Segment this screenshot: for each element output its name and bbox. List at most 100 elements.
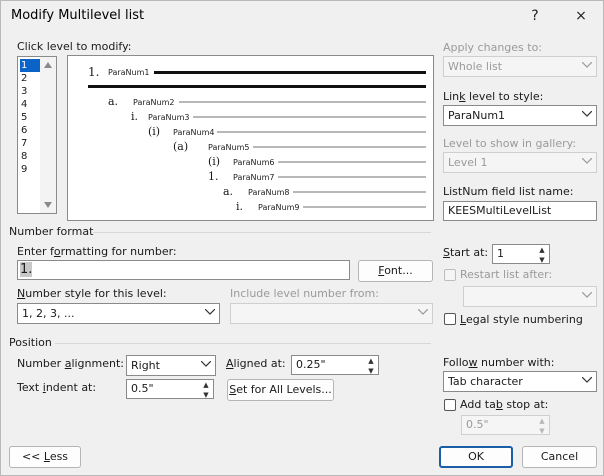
text-indent-label: Text indent at:	[17, 381, 97, 394]
aligned-at-input[interactable]: 0.25" ▲ ▼	[291, 355, 379, 375]
ok-button[interactable]: OK	[439, 446, 513, 468]
tab-stop-spinner[interactable]: ▲ ▼	[535, 416, 549, 434]
preview-number: a.	[108, 95, 119, 108]
chevron-down-icon	[578, 106, 596, 125]
listnum-label: ListNum field list name:	[443, 185, 574, 198]
chevron-down-icon	[578, 57, 596, 76]
number-alignment-label: Number alignment:	[17, 357, 124, 370]
level-item-5[interactable]: 5	[20, 111, 40, 124]
level-item-8[interactable]: 8	[20, 150, 40, 163]
set-for-all-levels-button[interactable]: Set for All Levels...	[227, 379, 334, 401]
help-button[interactable]: ?	[521, 5, 549, 27]
dialog-title: Modify Multilevel list	[11, 8, 145, 23]
tab-stop-input[interactable]: 0.5" ▲ ▼	[461, 415, 550, 435]
spin-down-icon[interactable]: ▼	[535, 255, 549, 263]
level-item-3[interactable]: 3	[20, 85, 40, 98]
preview-style-name: ParaNum5	[208, 143, 250, 152]
spin-up-icon[interactable]: ▲	[535, 245, 549, 255]
follow-number-value: Tab character	[448, 375, 523, 388]
level-item-9[interactable]: 9	[20, 163, 40, 176]
font-button[interactable]: Font...	[358, 260, 433, 282]
add-tab-stop-checkbox[interactable]	[444, 399, 456, 411]
restart-list-label: Restart list after:	[460, 268, 553, 281]
preview-number: (a)	[173, 140, 189, 153]
number-alignment-combo[interactable]: Right	[126, 355, 216, 376]
preview-text-line	[278, 176, 426, 178]
preview-number: (i)	[208, 155, 221, 168]
start-at-label: Start at:	[443, 246, 489, 259]
aligned-at-label: Aligned at:	[226, 357, 286, 370]
listnum-input[interactable]: KEESMultiLevelList	[443, 201, 597, 221]
gallery-level-label: Level to show in gallery:	[443, 137, 577, 150]
preview-number: i.	[131, 110, 139, 123]
preview-number: a.	[223, 185, 234, 198]
less-button[interactable]: << Less	[9, 446, 81, 468]
number-format-input[interactable]: 1.	[17, 260, 350, 280]
spin-down-icon[interactable]: ▼	[535, 426, 549, 434]
number-style-label: Number style for this level:	[17, 287, 167, 300]
cancel-button[interactable]: Cancel	[522, 446, 597, 468]
level-listbox[interactable]: 123456789	[17, 56, 57, 214]
number-format-value: 1.	[20, 262, 33, 277]
text-indent-spinner[interactable]: ▲ ▼	[199, 380, 213, 398]
level-preview: 1. ParaNum1 a. ParaNum2 i. ParaNum3 (i) ParaNum…	[67, 55, 434, 221]
gallery-level-combo[interactable]: Level 1	[443, 152, 597, 173]
follow-number-combo[interactable]: Tab character	[443, 371, 597, 392]
spin-up-icon[interactable]: ▲	[535, 416, 549, 426]
tab-stop-value: 0.5"	[466, 418, 489, 431]
link-level-combo[interactable]: ParaNum1	[443, 105, 597, 126]
aligned-at-value: 0.25"	[296, 358, 326, 371]
preview-text-line	[179, 101, 426, 103]
start-at-input[interactable]: 1 ▲ ▼	[492, 244, 550, 264]
level-item-2[interactable]: 2	[20, 72, 40, 85]
preview-style-name: ParaNum3	[148, 113, 190, 122]
level-scrollbar[interactable]	[40, 57, 56, 213]
level-item-7[interactable]: 7	[20, 137, 40, 150]
level-item-4[interactable]: 4	[20, 98, 40, 111]
start-at-spinner[interactable]: ▲ ▼	[535, 245, 549, 263]
number-style-value: 1, 2, 3, ...	[22, 307, 75, 320]
preview-text-line	[253, 146, 426, 148]
enter-format-label: Enter formatting for number:	[17, 245, 177, 258]
number-style-combo[interactable]: 1, 2, 3, ...	[17, 303, 220, 324]
preview-number: 1.	[88, 65, 100, 79]
text-indent-input[interactable]: 0.5" ▲ ▼	[126, 379, 214, 399]
level-item-6[interactable]: 6	[20, 124, 40, 137]
preview-text-line	[193, 116, 426, 118]
number-format-divider	[93, 232, 431, 233]
aligned-at-spinner[interactable]: ▲ ▼	[364, 356, 378, 374]
scroll-up-icon[interactable]	[44, 62, 52, 68]
modify-multilevel-list-dialog: Modify Multilevel list ? × Click level t…	[0, 0, 604, 476]
spin-up-icon[interactable]: ▲	[364, 356, 378, 366]
preview-number: i.	[236, 200, 244, 213]
scroll-down-icon[interactable]	[44, 202, 52, 208]
start-at-value: 1	[497, 247, 504, 260]
preview-style-name: ParaNum4	[173, 128, 215, 137]
restart-list-checkbox[interactable]	[444, 269, 456, 281]
preview-text-line	[293, 191, 426, 193]
include-level-combo[interactable]	[230, 303, 433, 324]
legal-style-label: Legal style numbering	[460, 313, 583, 326]
spin-down-icon[interactable]: ▼	[364, 366, 378, 374]
link-level-label: Link level to style:	[443, 90, 544, 103]
level-item-1[interactable]: 1	[20, 59, 40, 72]
follow-number-label: Follow number with:	[443, 356, 555, 369]
spin-down-icon[interactable]: ▼	[199, 390, 213, 398]
preview-text-line	[278, 161, 426, 163]
preview-style-name: ParaNum6	[233, 158, 275, 167]
apply-changes-combo[interactable]: Whole list	[443, 56, 597, 77]
close-button[interactable]: ×	[567, 5, 595, 27]
preview-number: (i)	[148, 125, 161, 138]
preview-text-line	[154, 71, 426, 74]
preview-style-name: ParaNum7	[233, 173, 275, 182]
legal-style-checkbox[interactable]	[444, 313, 456, 325]
chevron-down-icon	[578, 372, 596, 391]
chevron-down-icon	[578, 287, 596, 306]
preview-style-name: ParaNum8	[248, 188, 290, 197]
number-alignment-value: Right	[131, 359, 160, 372]
chevron-down-icon	[578, 153, 596, 172]
chevron-down-icon	[414, 304, 432, 323]
preview-style-name: ParaNum1	[108, 68, 150, 77]
restart-list-combo[interactable]	[463, 286, 597, 307]
spin-up-icon[interactable]: ▲	[199, 380, 213, 390]
